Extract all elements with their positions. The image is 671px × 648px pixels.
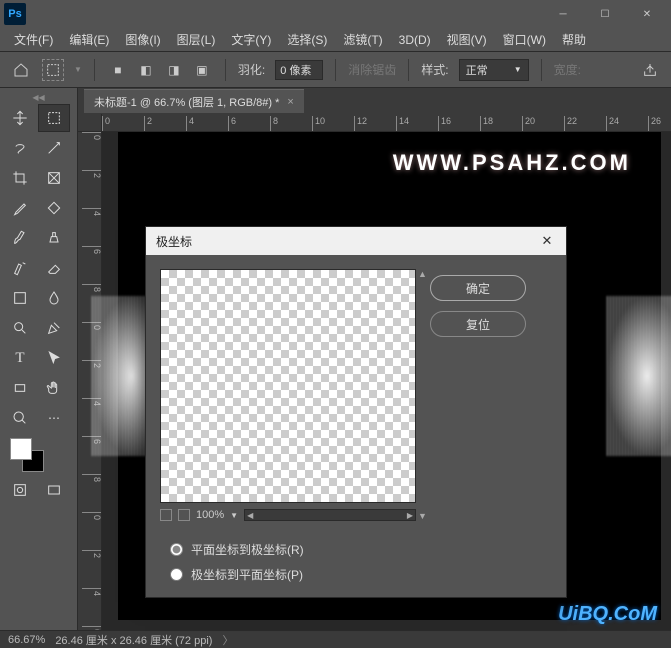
- type-tool[interactable]: T: [4, 344, 36, 372]
- preview-zoom: 100%: [196, 509, 224, 521]
- status-bar: 66.67% 26.46 厘米 x 26.46 厘米 (72 ppi) 〉: [0, 630, 671, 648]
- selection-mode-group: ■ ◧ ◨ ▣: [107, 59, 213, 81]
- selection-subtract-icon[interactable]: ◨: [163, 59, 185, 81]
- dodge-tool[interactable]: [4, 314, 36, 342]
- share-icon[interactable]: [639, 59, 661, 81]
- minimize-button[interactable]: ─: [543, 3, 583, 25]
- preview-scroll-h[interactable]: ◀▶: [244, 509, 416, 521]
- title-bar: Ps ─ ☐ ✕: [0, 0, 671, 28]
- crop-tool[interactable]: [4, 164, 36, 192]
- close-button[interactable]: ✕: [627, 3, 667, 25]
- dialog-preview[interactable]: [160, 269, 416, 503]
- canvas-watermark-text: WWW.PSAHZ.COM: [393, 150, 631, 176]
- style-label: 样式:: [421, 61, 448, 78]
- zoom-tool[interactable]: [4, 404, 36, 432]
- preview-scroll-v[interactable]: ▲▼: [418, 269, 430, 521]
- magic-wand-tool[interactable]: [38, 134, 70, 162]
- gradient-tool[interactable]: [4, 284, 36, 312]
- quick-mask-tool[interactable]: [4, 476, 36, 504]
- antialias-label: 消除锯齿: [348, 61, 396, 78]
- menu-type[interactable]: 文字(Y): [225, 29, 277, 50]
- menu-file[interactable]: 文件(F): [8, 29, 59, 50]
- app-logo: Ps: [4, 3, 26, 25]
- ruler-origin[interactable]: [78, 114, 102, 132]
- menu-bar: 文件(F) 编辑(E) 图像(I) 图层(L) 文字(Y) 选择(S) 滤镜(T…: [0, 28, 671, 52]
- marquee-tool-icon[interactable]: [42, 59, 64, 81]
- maximize-button[interactable]: ☐: [585, 3, 625, 25]
- selection-intersect-icon[interactable]: ▣: [191, 59, 213, 81]
- screen-mode-tool[interactable]: [38, 476, 70, 504]
- color-swatches[interactable]: [0, 434, 77, 474]
- dialog-close-icon[interactable]: ✕: [538, 232, 556, 250]
- pen-tool[interactable]: [38, 314, 70, 342]
- eraser-tool[interactable]: [38, 254, 70, 282]
- feather-input[interactable]: [275, 60, 323, 80]
- document-tab-label: 未标题-1 @ 66.7% (图层 1, RGB/8#) *: [94, 94, 279, 110]
- panel-grip-icon[interactable]: ◀◀: [0, 92, 77, 102]
- dialog-titlebar[interactable]: 极坐标 ✕: [146, 227, 566, 255]
- menu-view[interactable]: 视图(V): [441, 29, 493, 50]
- feather-label: 羽化:: [238, 61, 265, 78]
- radio-polar-to-rect[interactable]: 极坐标到平面坐标(P): [170, 566, 552, 583]
- menu-edit[interactable]: 编辑(E): [63, 29, 115, 50]
- path-selection-tool[interactable]: [38, 344, 70, 372]
- radio-rect-to-polar-label: 平面坐标到极坐标(R): [191, 541, 304, 558]
- status-zoom[interactable]: 66.67%: [8, 634, 45, 646]
- menu-3d[interactable]: 3D(D): [393, 31, 437, 49]
- radio-rect-to-polar[interactable]: 平面坐标到极坐标(R): [170, 541, 552, 558]
- hand-tool[interactable]: [38, 374, 70, 402]
- radio-rect-to-polar-input[interactable]: [170, 543, 183, 556]
- document-tabs: 未标题-1 @ 66.7% (图层 1, RGB/8#) * ×: [78, 88, 671, 114]
- frame-tool[interactable]: [38, 164, 70, 192]
- dialog-title: 极坐标: [156, 233, 192, 250]
- close-tab-icon[interactable]: ×: [287, 96, 293, 108]
- radio-polar-to-rect-label: 极坐标到平面坐标(P): [191, 566, 303, 583]
- foreground-swatch[interactable]: [10, 438, 32, 460]
- zoom-in-icon[interactable]: [178, 509, 190, 521]
- menu-help[interactable]: 帮助: [556, 29, 592, 50]
- marquee-tool[interactable]: [38, 104, 70, 132]
- menu-filter[interactable]: 滤镜(T): [337, 29, 388, 50]
- healing-brush-tool[interactable]: [38, 194, 70, 222]
- brush-tool[interactable]: [4, 224, 36, 252]
- canvas-artwork-right: [607, 296, 671, 456]
- menu-window[interactable]: 窗口(W): [497, 29, 552, 50]
- home-icon[interactable]: [10, 59, 32, 81]
- rectangle-tool[interactable]: [4, 374, 36, 402]
- move-tool[interactable]: [4, 104, 36, 132]
- menu-layer[interactable]: 图层(L): [171, 29, 222, 50]
- radio-polar-to-rect-input[interactable]: [170, 568, 183, 581]
- ok-button[interactable]: 确定: [430, 275, 526, 301]
- horizontal-ruler[interactable]: 02468101214161820222426: [102, 114, 671, 132]
- polar-coordinates-dialog: 极坐标 ✕ ▲▼ 100% ▼ ◀▶ 确定 复位 平面坐标到极坐标(R) 极坐标…: [145, 226, 567, 598]
- clone-stamp-tool[interactable]: [38, 224, 70, 252]
- width-label: 宽度:: [554, 61, 581, 78]
- selection-add-icon[interactable]: ◧: [135, 59, 157, 81]
- reset-button[interactable]: 复位: [430, 311, 526, 337]
- eyedropper-tool[interactable]: [4, 194, 36, 222]
- history-brush-tool[interactable]: [4, 254, 36, 282]
- zoom-out-icon[interactable]: [160, 509, 172, 521]
- selection-new-icon[interactable]: ■: [107, 59, 129, 81]
- menu-select[interactable]: 选择(S): [281, 29, 333, 50]
- document-tab[interactable]: 未标题-1 @ 66.7% (图层 1, RGB/8#) * ×: [84, 89, 304, 113]
- tools-panel: ◀◀ T ⋯: [0, 88, 78, 630]
- edit-toolbar[interactable]: ⋯: [38, 404, 70, 432]
- menu-image[interactable]: 图像(I): [119, 29, 166, 50]
- site-brand-text: UiBQ.CoM: [558, 603, 657, 626]
- style-select[interactable]: 正常▼: [459, 59, 529, 81]
- blur-tool[interactable]: [38, 284, 70, 312]
- status-doc-info[interactable]: 26.46 厘米 x 26.46 厘米 (72 ppi): [55, 632, 212, 648]
- options-bar: ▼ ■ ◧ ◨ ▣ 羽化: 消除锯齿 样式: 正常▼ 宽度:: [0, 52, 671, 88]
- lasso-tool[interactable]: [4, 134, 36, 162]
